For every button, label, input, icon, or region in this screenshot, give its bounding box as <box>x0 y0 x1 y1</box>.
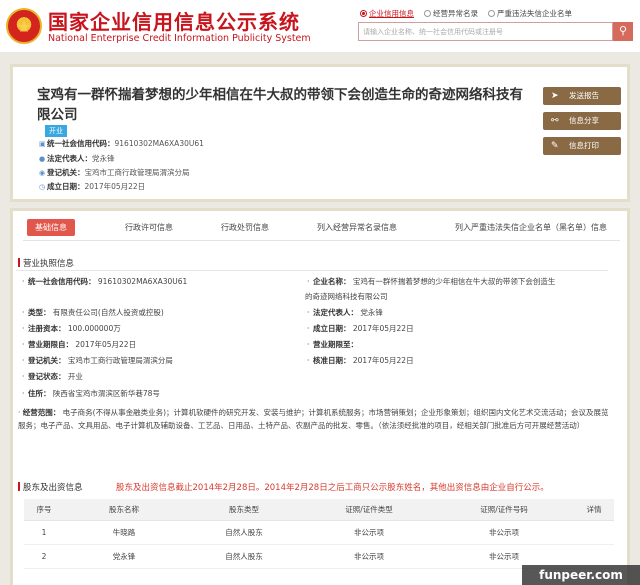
table-row: 1 牛晓路 自然人股东 非公示项 非公示项 <box>24 520 614 545</box>
tab-basic-info[interactable]: 基础信息 <box>27 219 75 236</box>
field-legal-rep: · 法定代表人： 党永锋 <box>307 308 383 317</box>
company-name: 宝鸡有一群怀揣着梦想的少年相信在牛大叔的带领下会创造生命的奇迹网络科技有限公司 <box>37 87 523 123</box>
field-company-name: · 企业名称： 宝鸡有一群怀揣着梦想的少年相信在牛大叔的带领下会创造生 <box>307 277 556 286</box>
summary-founded: ◷ 成立日期：2017年05月22日 <box>39 182 146 191</box>
national-emblem-icon: ★ <box>6 8 42 44</box>
radio-icon <box>488 10 495 17</box>
col-details: 详情 <box>574 499 614 521</box>
field-reg-status: · 登记状态： 开业 <box>22 372 83 381</box>
divider <box>16 270 608 271</box>
shareholders-section-title: 股东及出资信息 <box>18 481 83 493</box>
clock-icon: ◷ <box>39 183 46 191</box>
field-business-scope: · 经营范围： 电子商务(不得从事金融类业务)；计算机软硬件的研究开发、安装与维… <box>18 408 609 430</box>
send-report-button[interactable]: ➤ 发送报告 <box>543 87 621 105</box>
site-title: 国家企业信用信息公示系统 <box>48 10 300 34</box>
radio-icon <box>424 10 431 17</box>
site-header: ★ 国家企业信用信息公示系统 National Enterprise Credi… <box>0 0 640 52</box>
tab-abnormal-list[interactable]: 列入经营异常名录信息 <box>317 222 397 233</box>
nav-enterprise-credit[interactable]: 企业信用信息 <box>360 8 414 19</box>
id-card-icon: ▣ <box>39 140 46 148</box>
company-summary-card: 宝鸡有一群怀揣着梦想的少年相信在牛大叔的带领下会创造生命的奇迹网络科技有限公司 … <box>10 64 630 202</box>
field-term-from: · 营业期限自： 2017年05月22日 <box>22 340 137 349</box>
col-index: 序号 <box>24 499 64 521</box>
field-term-to: · 营业期限至： <box>307 340 358 349</box>
tab-admin-penalty[interactable]: 行政处罚信息 <box>221 222 269 233</box>
col-shareholder-name: 股东名称 <box>64 499 184 521</box>
detail-tabs: 基础信息 行政许可信息 行政处罚信息 列入经营异常名录信息 列入严重违法失信企业… <box>23 219 620 241</box>
watermark: funpeer.com <box>522 565 640 585</box>
tab-admin-license[interactable]: 行政许可信息 <box>125 222 173 233</box>
tab-blacklist[interactable]: 列入严重违法失信企业名单（黑名单）信息 <box>455 222 607 233</box>
search-button[interactable]: ⚲ <box>613 22 633 41</box>
share-info-button[interactable]: ⚯ 信息分享 <box>543 112 621 130</box>
search-input[interactable]: 请输入企业名称、统一社会信用代码或注册号 <box>358 22 613 41</box>
table-header-row: 序号 股东名称 股东类型 证照/证件类型 证照/证件号码 详情 <box>24 499 614 521</box>
nav-blacklist[interactable]: 严重违法失信企业名单 <box>488 8 572 19</box>
col-id-number: 证照/证件号码 <box>434 499 574 521</box>
radio-icon <box>360 10 367 17</box>
send-icon: ➤ <box>551 91 559 101</box>
field-credit-code: · 统一社会信用代码： 91610302MA6XA30U61 <box>22 277 188 286</box>
site-subtitle: National Enterprise Credit Information P… <box>48 33 311 44</box>
status-badge: 开业 <box>45 125 67 137</box>
search-type-nav: 企业信用信息 经营异常名录 严重违法失信企业名单 <box>360 8 572 19</box>
summary-reg-authority: ◉ 登记机关：宝鸡市工商行政管理局渭滨分局 <box>39 168 190 177</box>
pencil-icon: ✎ <box>551 141 559 151</box>
print-info-button[interactable]: ✎ 信息打印 <box>543 137 621 155</box>
field-type: · 类型： 有限责任公司(自然人投资或控股) <box>22 308 164 317</box>
nav-abnormal-list[interactable]: 经营异常名录 <box>424 8 478 19</box>
field-approval-date: · 核准日期： 2017年05月22日 <box>307 356 414 365</box>
field-authority: · 登记机关： 宝鸡市工商行政管理局渭滨分局 <box>22 356 173 365</box>
field-founded: · 成立日期： 2017年05月22日 <box>307 324 414 333</box>
summary-credit-code: ▣统一社会信用代码：91610302MA6XA30U61 <box>39 139 204 148</box>
field-address: · 住所： 陕西省宝鸡市渭滨区新华巷78号 <box>22 389 160 398</box>
person-icon: ● <box>39 155 46 163</box>
share-icon: ⚯ <box>551 116 559 126</box>
summary-legal-rep: ● 法定代表人：党永锋 <box>39 154 115 163</box>
license-section-title: 营业执照信息 <box>18 257 74 269</box>
field-capital: · 注册资本： 100.000000万 <box>22 324 121 333</box>
col-shareholder-type: 股东类型 <box>184 499 304 521</box>
shareholders-table: 序号 股东名称 股东类型 证照/证件类型 证照/证件号码 详情 1 牛晓路 自然… <box>24 499 614 569</box>
search-icon: ⚲ <box>618 24 628 37</box>
location-pin-icon: ◉ <box>39 169 46 177</box>
field-company-name-cont: 的奇迹网络科技有限公司 <box>305 292 388 301</box>
shareholders-note: 股东及出资信息截止2014年2月28日。2014年2月28日之后工商只公示股东姓… <box>116 483 549 493</box>
col-id-type: 证照/证件类型 <box>304 499 434 521</box>
